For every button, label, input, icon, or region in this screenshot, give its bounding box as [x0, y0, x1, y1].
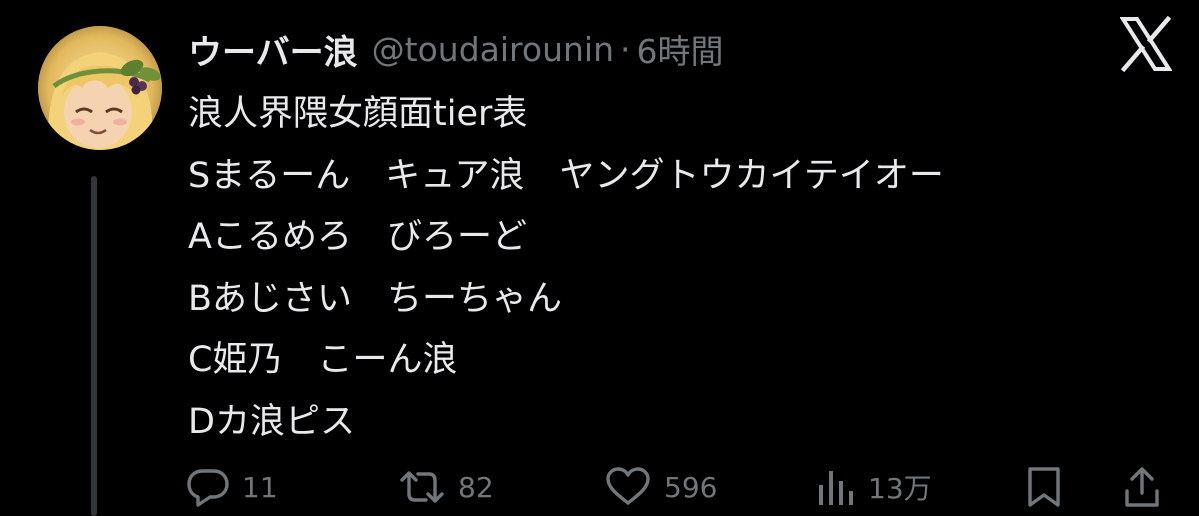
avatar[interactable] — [38, 26, 162, 150]
tweet-line-tier-d: Dカ浪ピス — [188, 401, 355, 442]
bookmark-button[interactable] — [1024, 462, 1064, 512]
repost-count: 82 — [458, 470, 494, 504]
tweet-line-tier-b: Bあじさい ちーちゃん — [188, 278, 563, 319]
views-count: 13万 — [868, 472, 932, 505]
like-count: 596 — [664, 470, 718, 504]
share-button[interactable] — [1122, 462, 1162, 512]
like-button[interactable]: 596 — [604, 462, 717, 512]
header-separator: · — [620, 29, 631, 69]
tweet-line-tier-c: C姫乃 こーん浪 — [188, 340, 458, 380]
share-icon — [1122, 465, 1162, 509]
tweet-line-tier-s: Sまるーん キュア浪 ヤングトウカイテイオー — [188, 155, 944, 196]
tweet-line-title: 浪人界隈女顔面tier表 — [188, 94, 528, 134]
display-name[interactable]: ウーバー浪 — [188, 25, 358, 74]
views-icon — [816, 467, 856, 507]
anime-character-avatar-image — [38, 26, 162, 150]
thread-line — [91, 176, 97, 516]
reply-button[interactable]: 11 — [186, 462, 278, 512]
x-logo-icon — [1119, 15, 1173, 73]
repost-icon — [398, 467, 446, 507]
post-time[interactable]: 6時間 — [637, 25, 724, 73]
tweet-header: ウーバー浪 @toudairounin · 6時間 — [188, 22, 724, 76]
tweet-line-tier-a: Aこるめろ びろーど — [188, 217, 527, 257]
views-button[interactable]: 13万 — [816, 462, 932, 512]
reply-count: 11 — [242, 470, 278, 504]
bookmark-icon — [1024, 465, 1064, 509]
heart-icon — [604, 467, 652, 507]
reply-icon — [186, 467, 230, 507]
action-bar: 11 82 596 13万 — [186, 462, 1176, 512]
tweet-body: 浪人界隈女顔面tier表 Sまるーん キュア浪 ヤングトウカイテイオー Aこるめ… — [188, 84, 1178, 453]
user-handle[interactable]: @toudairounin — [372, 30, 614, 69]
repost-button[interactable]: 82 — [398, 462, 494, 512]
